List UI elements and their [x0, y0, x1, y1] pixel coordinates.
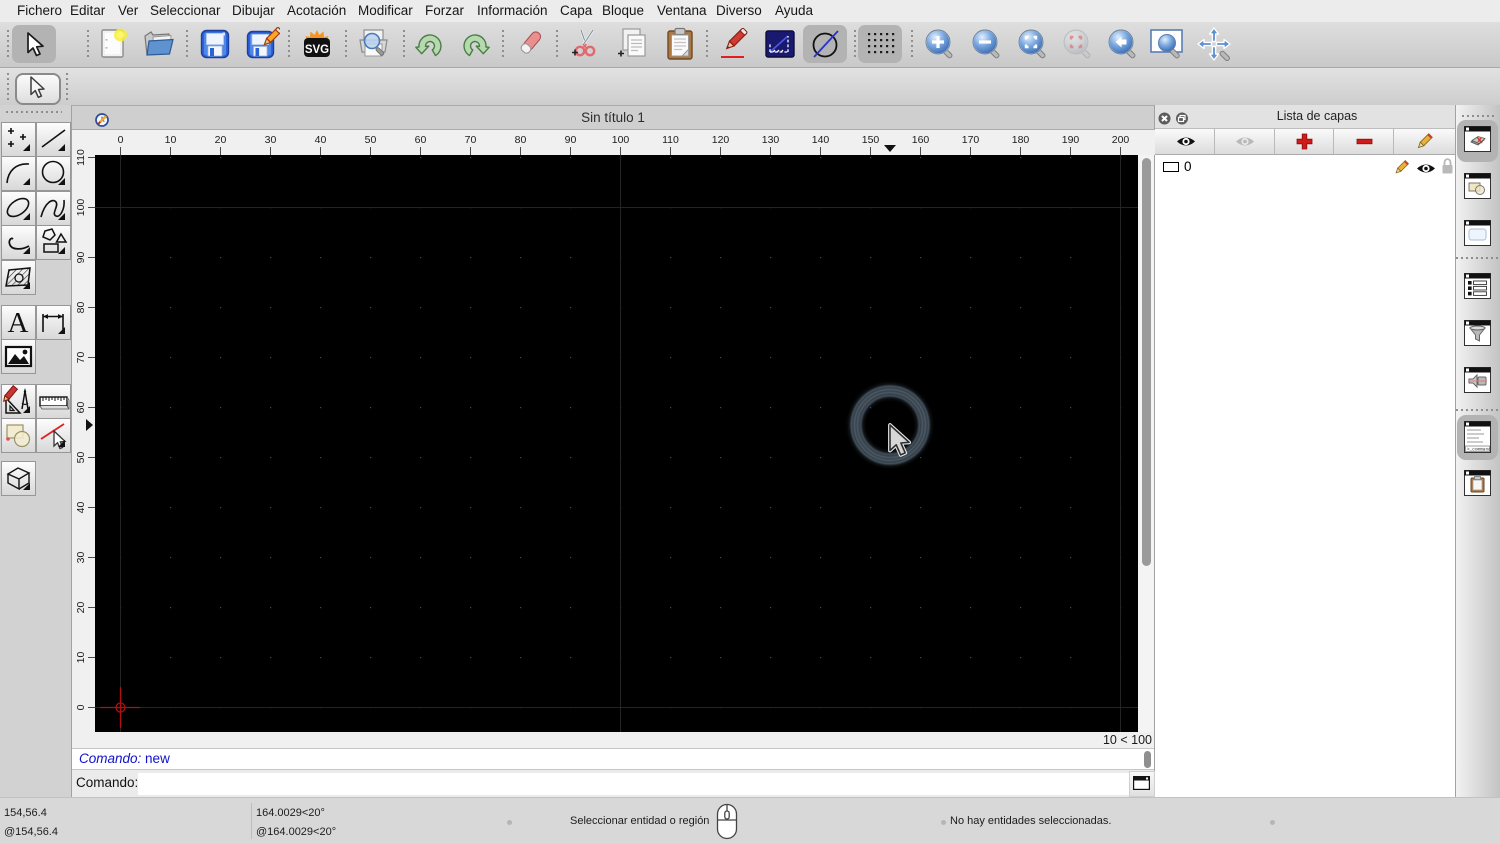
svg-text:70: 70: [75, 352, 87, 364]
svg-text:80: 80: [75, 302, 87, 314]
svg-text:160: 160: [912, 134, 930, 146]
svg-text:10: 10: [75, 652, 87, 664]
svg-text:150: 150: [862, 134, 880, 146]
svg-text:20: 20: [75, 602, 87, 614]
svg-text:60: 60: [75, 402, 87, 414]
svg-text:SVG: SVG: [305, 44, 329, 56]
svg-text:130: 130: [762, 134, 780, 146]
svg-text:140: 140: [812, 134, 830, 146]
svg-text:100: 100: [75, 199, 87, 217]
svg-text:70: 70: [465, 134, 477, 146]
svg-text:90: 90: [565, 134, 577, 146]
svg-text:A: A: [8, 307, 29, 339]
svg-text:40: 40: [75, 502, 87, 514]
svg-text:0: 0: [75, 704, 87, 710]
svg-text:170: 170: [962, 134, 980, 146]
svg-text:30: 30: [265, 134, 277, 146]
svg-text:60: 60: [415, 134, 427, 146]
svg-text:>_command: >_command: [1467, 448, 1491, 453]
svg-text:10: 10: [165, 134, 177, 146]
svg-text:100: 100: [612, 134, 630, 146]
svg-text:30: 30: [75, 552, 87, 564]
svg-text:90: 90: [75, 252, 87, 264]
svg-text:110: 110: [75, 149, 87, 166]
svg-text:180: 180: [1012, 134, 1030, 146]
svg-text:0: 0: [118, 134, 124, 146]
svg-text:200: 200: [1112, 134, 1130, 146]
svg-text:110: 110: [662, 134, 679, 146]
svg-text:20: 20: [215, 134, 227, 146]
svg-text:190: 190: [1062, 134, 1080, 146]
svg-text:120: 120: [712, 134, 730, 146]
svg-text:80: 80: [515, 134, 527, 146]
svg-text:50: 50: [365, 134, 377, 146]
svg-text:40: 40: [315, 134, 327, 146]
svg-text:50: 50: [75, 452, 87, 464]
